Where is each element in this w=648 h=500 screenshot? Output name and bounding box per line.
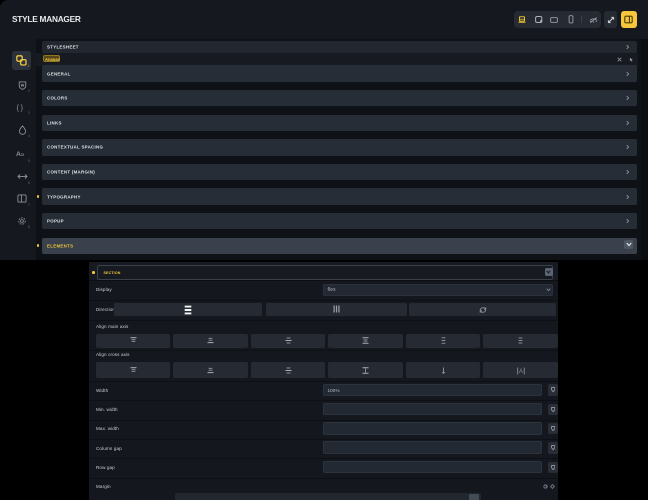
svg-text:A: A [519,369,523,375]
